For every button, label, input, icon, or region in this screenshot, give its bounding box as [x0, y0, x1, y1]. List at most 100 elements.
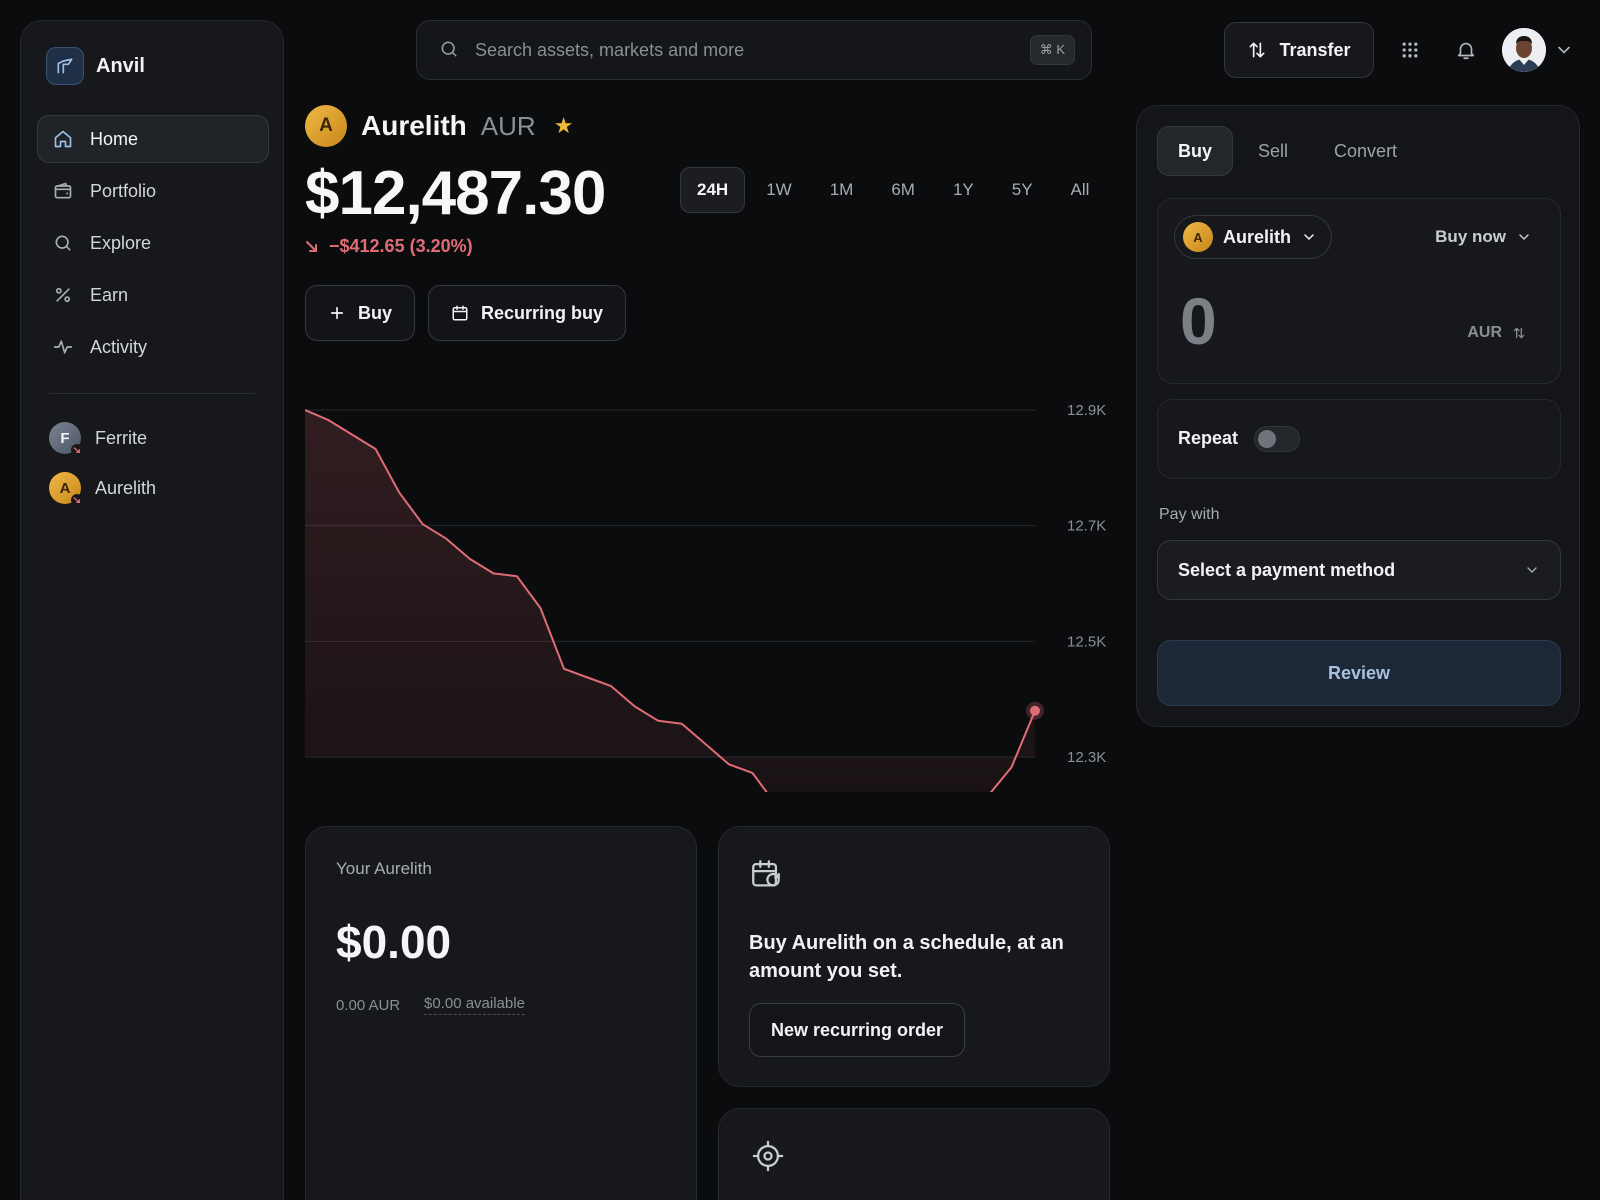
payment-method-placeholder: Select a payment method [1178, 559, 1396, 580]
app-name: Anvil [96, 54, 145, 77]
sidebar-item-label: Home [90, 128, 139, 149]
asset-selector[interactable]: A Aurelith [1174, 215, 1333, 259]
range-1w[interactable]: 1W [749, 167, 809, 213]
sidebar-item-label: Earn [90, 284, 129, 305]
aurelith-coin-icon: A [1183, 222, 1213, 252]
holdings-card: Your Aurelith $0.00 0.00 AUR $0.00 avail… [305, 826, 697, 1200]
search-icon [52, 232, 74, 254]
buy-button-label: Buy [358, 302, 393, 323]
asset-header: A Aurelith AUR ★ [305, 105, 573, 147]
tab-convert[interactable]: Convert [1313, 126, 1418, 176]
transfer-button[interactable]: Transfer [1224, 22, 1374, 78]
repeat-label: Repeat [1178, 428, 1239, 448]
time-range-selector: 24H 1W 1M 6M 1Y 5Y All [680, 167, 1106, 213]
range-6m[interactable]: 6M [874, 167, 932, 213]
chevron-down-icon [1524, 562, 1540, 578]
wallet-label: Ferrite [95, 427, 148, 448]
y-tick-label: 12.5K [1067, 633, 1106, 650]
search-input[interactable] [475, 39, 1030, 61]
asset-price: $12,487.30 [305, 159, 606, 228]
wallet-icon [52, 180, 74, 202]
range-1y[interactable]: 1Y [936, 167, 991, 213]
y-tick-label: 12.7K [1067, 518, 1106, 535]
amount-input[interactable]: 0 [1180, 283, 1217, 359]
wallet-list: F Ferrite A Aurelith [49, 421, 156, 521]
asset-name: Aurelith [361, 110, 467, 141]
toggle-knob [1258, 430, 1276, 448]
chart-current-point [1030, 705, 1040, 716]
buy-button[interactable]: Buy [305, 285, 416, 341]
calendar-icon [451, 304, 469, 322]
review-button[interactable]: Review [1157, 640, 1561, 706]
trend-down-badge-icon [71, 444, 83, 456]
payment-method-select[interactable]: Select a payment method [1157, 540, 1561, 600]
transfer-label: Transfer [1279, 39, 1351, 60]
wallet-label: Aurelith [95, 477, 157, 498]
sidebar-item-label: Explore [90, 232, 152, 253]
target-icon [751, 1139, 785, 1173]
trade-tabs: Buy Sell Convert [1157, 126, 1418, 176]
unit-switch[interactable]: AUR [1467, 324, 1526, 342]
sidebar-item-activity[interactable]: Activity [37, 323, 269, 371]
order-type-dropdown[interactable]: Buy now [1435, 227, 1532, 247]
percent-icon [52, 284, 74, 306]
trend-down-badge-icon [71, 494, 83, 506]
holdings-available[interactable]: $0.00 available [424, 995, 525, 1015]
sidebar-item-explore[interactable]: Explore [37, 219, 269, 267]
user-avatar[interactable] [1502, 28, 1546, 72]
range-24h[interactable]: 24H [680, 167, 746, 213]
trade-panel: Buy Sell Convert A Aurelith Buy now 0 AU… [1136, 105, 1580, 727]
bell-icon[interactable] [1450, 34, 1482, 66]
recurring-promo-text: Buy Aurelith on a schedule, at an amount… [749, 932, 1064, 982]
pay-with-label: Pay with [1159, 506, 1220, 523]
repeat-toggle[interactable] [1254, 426, 1300, 452]
calendar-repeat-icon [749, 857, 783, 891]
price-change-value: −$412.65 (3.20%) [329, 236, 473, 256]
chevron-down-icon[interactable] [1554, 40, 1574, 60]
chart-area-fill [305, 410, 1035, 792]
ferrite-coin-icon: F [49, 422, 83, 456]
holdings-label: Your Aurelith [336, 859, 432, 878]
amount-box: A Aurelith Buy now 0 AUR [1157, 198, 1561, 384]
sidebar: Anvil Home Portfolio Explore Earn Activi… [20, 20, 284, 1200]
sidebar-item-portfolio[interactable]: Portfolio [37, 167, 269, 215]
range-1m[interactable]: 1M [813, 167, 871, 213]
new-recurring-order-button[interactable]: New recurring order [749, 1003, 966, 1057]
sidebar-item-label: Portfolio [90, 180, 157, 201]
unit-label: AUR [1467, 324, 1502, 341]
brand[interactable]: Anvil [46, 47, 145, 85]
sidebar-item-earn[interactable]: Earn [37, 271, 269, 319]
range-all[interactable]: All [1054, 167, 1107, 213]
favorite-star-icon[interactable]: ★ [554, 113, 574, 139]
range-5y[interactable]: 5Y [995, 167, 1050, 213]
y-tick-label: 12.3K [1067, 749, 1106, 766]
holdings-units: 0.00 AUR [336, 997, 401, 1014]
sidebar-item-home[interactable]: Home [37, 115, 269, 163]
asset-selector-label: Aurelith [1223, 226, 1292, 247]
coin-initial: A [59, 479, 71, 497]
plus-icon [328, 304, 346, 322]
asset-ticker: AUR [480, 110, 536, 141]
apps-grid-icon[interactable] [1394, 34, 1426, 66]
activity-icon [52, 336, 74, 358]
recurring-buy-button[interactable]: Recurring buy [428, 285, 627, 341]
search-icon [439, 39, 461, 61]
tab-sell[interactable]: Sell [1237, 126, 1309, 176]
swap-vertical-icon [1512, 326, 1526, 340]
price-change: −$412.65 (3.20%) [305, 236, 473, 257]
search-shortcut-hint: ⌘ K [1029, 35, 1075, 65]
sidebar-item-label: Activity [90, 336, 148, 357]
home-icon [52, 128, 74, 150]
tab-buy[interactable]: Buy [1157, 126, 1234, 176]
goal-card [718, 1108, 1110, 1200]
coin-initial: A [1193, 229, 1203, 245]
repeat-box: Repeat [1157, 399, 1561, 479]
price-chart[interactable]: 12.9K 12.7K 12.5K 12.3K [305, 372, 1115, 792]
wallet-item-aurelith[interactable]: A Aurelith [49, 471, 157, 506]
transfer-arrows-icon [1247, 40, 1267, 60]
coin-initial: F [60, 429, 70, 447]
global-search[interactable]: ⌘ K [416, 20, 1092, 80]
holdings-value: $0.00 [336, 916, 452, 968]
wallet-item-ferrite[interactable]: F Ferrite [49, 421, 156, 456]
aurelith-coin-icon: A [305, 105, 347, 147]
